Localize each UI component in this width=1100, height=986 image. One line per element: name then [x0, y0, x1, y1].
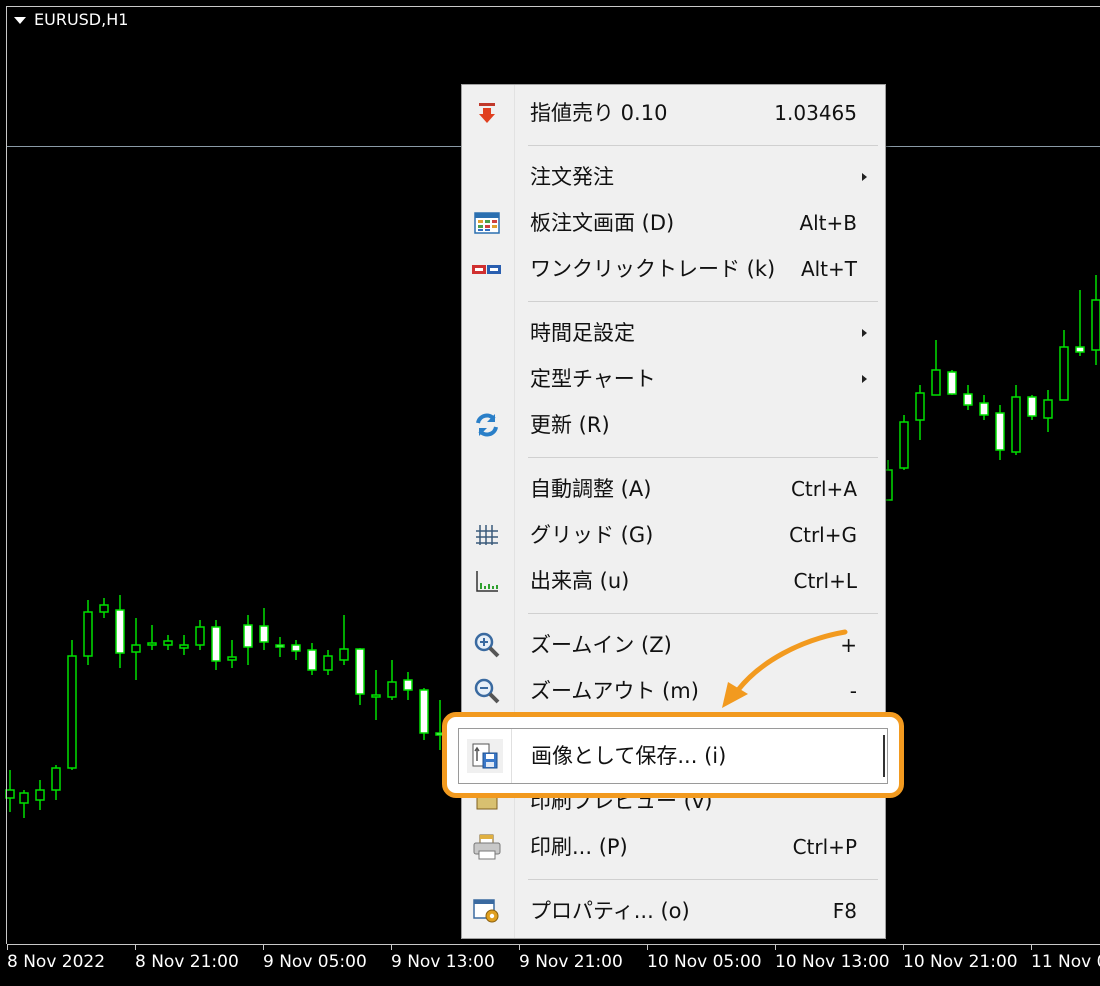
menu-item-sell-limit[interactable]: 指値売り 0.10 1.03465	[462, 93, 887, 133]
zoom-out-icon	[472, 677, 502, 705]
time-axis-line	[7, 944, 1100, 945]
menu-item-label: 板注文画面 (D)	[530, 211, 675, 235]
menu-item-grid[interactable]: グリッド (G) Ctrl+G	[462, 515, 887, 555]
time-axis-label: 10 Nov 05:00	[647, 952, 762, 972]
menu-item-label: ワンクリックトレード (k)	[530, 257, 776, 281]
menu-icon-column-divider	[511, 729, 512, 783]
menu-item-label: 指値売り 0.10	[530, 101, 668, 125]
menu-item-label: 自動調整 (A)	[530, 477, 652, 501]
save-picture-icon	[467, 739, 503, 773]
properties-icon	[472, 897, 502, 925]
menu-item-volumes[interactable]: 出来高 (u) Ctrl+L	[462, 561, 887, 601]
time-axis-tick	[647, 944, 648, 950]
menu-item-label: 注文発注	[530, 165, 614, 189]
grid-icon	[472, 521, 502, 549]
time-axis-tick	[391, 944, 392, 950]
time-axis-label: 8 Nov 21:00	[135, 952, 239, 972]
dom-table-icon	[472, 209, 502, 237]
menu-item-shortcut: Ctrl+A	[790, 477, 857, 501]
time-axis-tick	[263, 944, 264, 950]
menu-separator	[528, 879, 878, 880]
menu-item-label: グリッド (G)	[530, 523, 654, 547]
menu-item-label: プロパティ... (o)	[530, 899, 690, 923]
refresh-icon	[472, 411, 502, 439]
zoom-in-icon	[472, 631, 502, 659]
menu-item-label: 画像として保存... (i)	[531, 744, 727, 768]
menu-item-shortcut: Ctrl+P	[792, 835, 857, 859]
time-axis-tick	[7, 944, 8, 950]
menu-item-shortcut: Ctrl+L	[793, 569, 858, 593]
menu-item-auto-scroll[interactable]: 自動調整 (A) Ctrl+A	[462, 469, 887, 509]
symbol-label: EURUSD,H1	[34, 10, 129, 29]
text-cursor-bar	[883, 735, 885, 777]
time-axis-label: 9 Nov 13:00	[391, 952, 495, 972]
menu-item-save-as-picture[interactable]: 画像として保存... (i)	[458, 728, 888, 784]
time-axis-label: 9 Nov 05:00	[263, 952, 367, 972]
menu-separator	[528, 457, 878, 458]
menu-separator	[528, 145, 878, 146]
menu-item-shortcut: Alt+B	[799, 211, 857, 235]
menu-item-label: 定型チャート	[530, 367, 656, 391]
menu-item-shortcut: 1.03465	[774, 101, 857, 125]
menu-item-one-click-trading[interactable]: ワンクリックトレード (k) Alt+T	[462, 249, 887, 289]
time-axis-label: 10 Nov 21:00	[903, 952, 1018, 972]
time-axis-tick	[775, 944, 776, 950]
menu-item-refresh[interactable]: 更新 (R)	[462, 405, 887, 445]
menu-item-timeframes[interactable]: 時間足設定	[462, 313, 887, 353]
menu-item-shortcut: -	[849, 679, 857, 703]
menu-item-shortcut: Ctrl+G	[789, 523, 857, 547]
menu-item-zoom-out[interactable]: ズームアウト (m) -	[462, 671, 887, 711]
red-down-arrow-icon	[472, 99, 502, 127]
time-axis: 8 Nov 2022 8 Nov 21:00 9 Nov 05:00 9 Nov 13…	[0, 944, 1100, 986]
submenu-arrow-icon	[862, 375, 867, 383]
one-click-icon	[472, 255, 502, 283]
menu-item-label: 更新 (R)	[530, 413, 610, 437]
time-axis-tick	[135, 944, 136, 950]
menu-item-label: ズームイン (Z)	[530, 633, 672, 657]
menu-item-properties[interactable]: プロパティ... (o) F8	[462, 891, 887, 931]
menu-item-label: 出来高 (u)	[530, 569, 630, 593]
printer-icon	[472, 833, 502, 861]
menu-item-label: 時間足設定	[530, 321, 635, 345]
menu-item-zoom-in[interactable]: ズームイン (Z) +	[462, 625, 887, 665]
menu-item-shortcut: Alt+T	[800, 257, 857, 281]
menu-item-shortcut: +	[840, 633, 857, 657]
time-axis-label: 9 Nov 21:00	[519, 952, 623, 972]
menu-item-label: 印刷... (P)	[530, 835, 628, 859]
time-axis-label: 11 Nov 0	[1031, 952, 1100, 972]
time-axis-tick	[1031, 944, 1032, 950]
time-axis-label: 10 Nov 13:00	[775, 952, 890, 972]
submenu-arrow-icon	[862, 329, 867, 337]
dropdown-triangle-icon[interactable]	[14, 17, 26, 24]
menu-item-label: ズームアウト (m)	[530, 679, 699, 703]
submenu-arrow-icon	[862, 173, 867, 181]
volumes-icon	[472, 567, 502, 595]
menu-item-depth-of-market[interactable]: 板注文画面 (D) Alt+B	[462, 203, 887, 243]
time-axis-label: 8 Nov 2022	[7, 952, 106, 972]
menu-item-print[interactable]: 印刷... (P) Ctrl+P	[462, 827, 887, 867]
context-menu: 指値売り 0.10 1.03465 注文発注 板注文画面 (D) Alt+B ワ…	[461, 84, 886, 939]
menu-item-shortcut: F8	[832, 899, 857, 923]
menu-item-templates[interactable]: 定型チャート	[462, 359, 887, 399]
chart-symbol-title[interactable]: EURUSD,H1	[14, 10, 128, 29]
menu-separator	[528, 301, 878, 302]
menu-item-order[interactable]: 注文発注	[462, 157, 887, 197]
time-axis-tick	[903, 944, 904, 950]
time-axis-tick	[519, 944, 520, 950]
menu-separator	[528, 613, 878, 614]
